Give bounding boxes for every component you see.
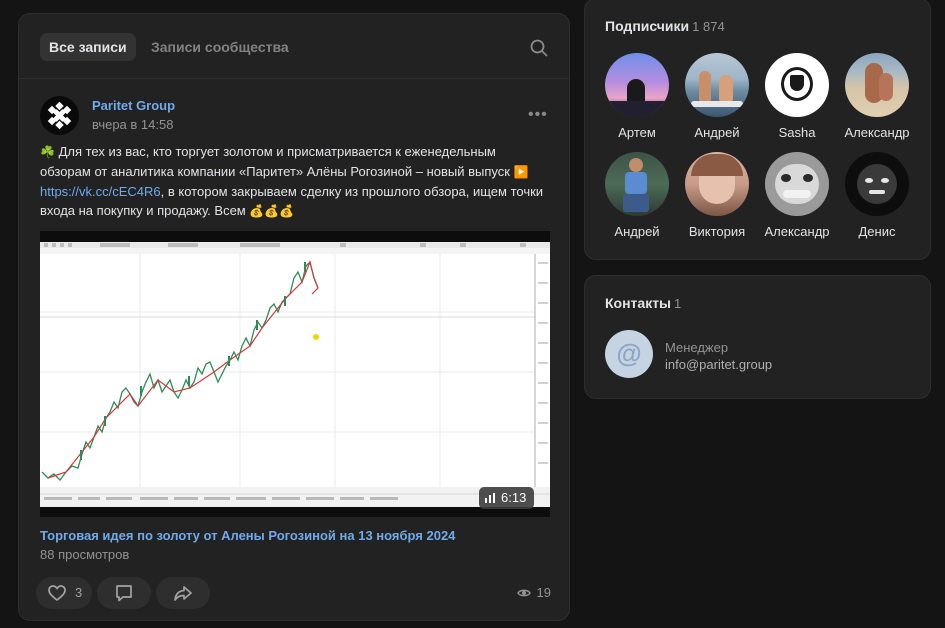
play-icon: ▶️ [513, 165, 529, 179]
follower-card[interactable]: Sasha [757, 53, 837, 140]
like-count: 3 [75, 585, 83, 600]
avatar [845, 152, 909, 216]
wall-tabs: Все записи Записи сообщества [19, 14, 569, 79]
post-header: Paritet Group вчера в 14:58 ••• [40, 96, 550, 138]
contact-role: Менеджер [665, 340, 729, 355]
post-text: ☘️ Для тех из вас, кто торгует золотом и… [40, 142, 550, 221]
like-button[interactable]: 3 [36, 577, 92, 609]
follower-card[interactable]: Денис [837, 152, 917, 239]
contacts-count: 1 [674, 296, 682, 311]
follower-name: Александр [844, 125, 910, 140]
avatar [685, 152, 749, 216]
views-count: 19 [536, 585, 551, 600]
chart-screenshot-thumbnail [40, 242, 550, 507]
video-duration-badge: 6:13 [479, 487, 535, 509]
share-button[interactable] [156, 577, 210, 609]
video-views: 88 просмотров [40, 547, 130, 562]
video-title[interactable]: Торговая идея по золоту от Алены Рогозин… [40, 528, 455, 543]
community-avatar[interactable] [40, 96, 79, 135]
more-options-icon[interactable]: ••• [528, 106, 547, 124]
avatar [685, 53, 749, 117]
at-sign-icon[interactable]: @ [605, 330, 653, 378]
followers-title[interactable]: Подписчики 1 874 [605, 18, 725, 34]
follower-name: Sasha [778, 125, 816, 140]
contacts-title[interactable]: Контакты 1 [605, 295, 681, 311]
avatar [765, 53, 829, 117]
follower-name: Денис [858, 224, 896, 239]
video-duration: 6:13 [501, 490, 527, 505]
avatar [845, 53, 909, 117]
follower-name: Артем [618, 125, 656, 140]
community-wall: Все записи Записи сообщества Paritet Gro… [18, 13, 570, 621]
follower-card[interactable]: Артем [597, 53, 677, 140]
follower-name: Андрей [694, 125, 740, 140]
search-icon[interactable] [529, 38, 549, 58]
eye-icon [517, 589, 531, 597]
follower-name: Александр [764, 224, 830, 239]
avatar [605, 152, 669, 216]
contacts-title-text: Контакты [605, 295, 672, 311]
follower-card[interactable]: Александр [757, 152, 837, 239]
paritet-logo-icon [47, 101, 72, 130]
post-actions: 3 19 [36, 577, 551, 609]
follower-name: Андрей [614, 224, 660, 239]
follower-card[interactable]: Александр [837, 53, 917, 140]
video-thumbnail [40, 242, 550, 507]
followers-count: 1 874 [692, 19, 725, 34]
avatar [765, 152, 829, 216]
follower-card[interactable]: Андрей [677, 53, 757, 140]
comment-icon [116, 585, 132, 602]
tab-community-posts[interactable]: Записи сообщества [142, 33, 298, 61]
share-icon [174, 586, 192, 601]
post-author[interactable]: Paritet Group [92, 98, 175, 113]
follower-card[interactable]: Виктория [677, 152, 757, 239]
video-player[interactable]: 6:13 [40, 231, 550, 517]
money-bag-icon: 💰💰💰 [249, 204, 295, 218]
bars-icon [485, 493, 495, 503]
followers-title-text: Подписчики [605, 18, 690, 34]
heart-icon [48, 585, 66, 601]
comment-button[interactable] [97, 577, 151, 609]
tab-all-posts[interactable]: Все записи [40, 33, 136, 61]
clover-icon: ☘️ [40, 145, 55, 159]
avatar [605, 53, 669, 117]
post-link[interactable]: https://vk.cc/cEC4R6 [40, 184, 161, 199]
contacts-panel: Контакты 1 @ Менеджер info@paritet.group [584, 275, 931, 399]
post-time[interactable]: вчера в 14:58 [92, 117, 173, 132]
follower-card[interactable]: Андрей [597, 152, 677, 239]
contact-email[interactable]: info@paritet.group [665, 357, 772, 372]
followers-panel: Подписчики 1 874 Артем Андрей Sasha Алекс… [584, 0, 931, 260]
post-text-part1: Для тех из вас, кто торгует золотом и пр… [40, 144, 514, 179]
follower-name: Виктория [688, 224, 746, 239]
